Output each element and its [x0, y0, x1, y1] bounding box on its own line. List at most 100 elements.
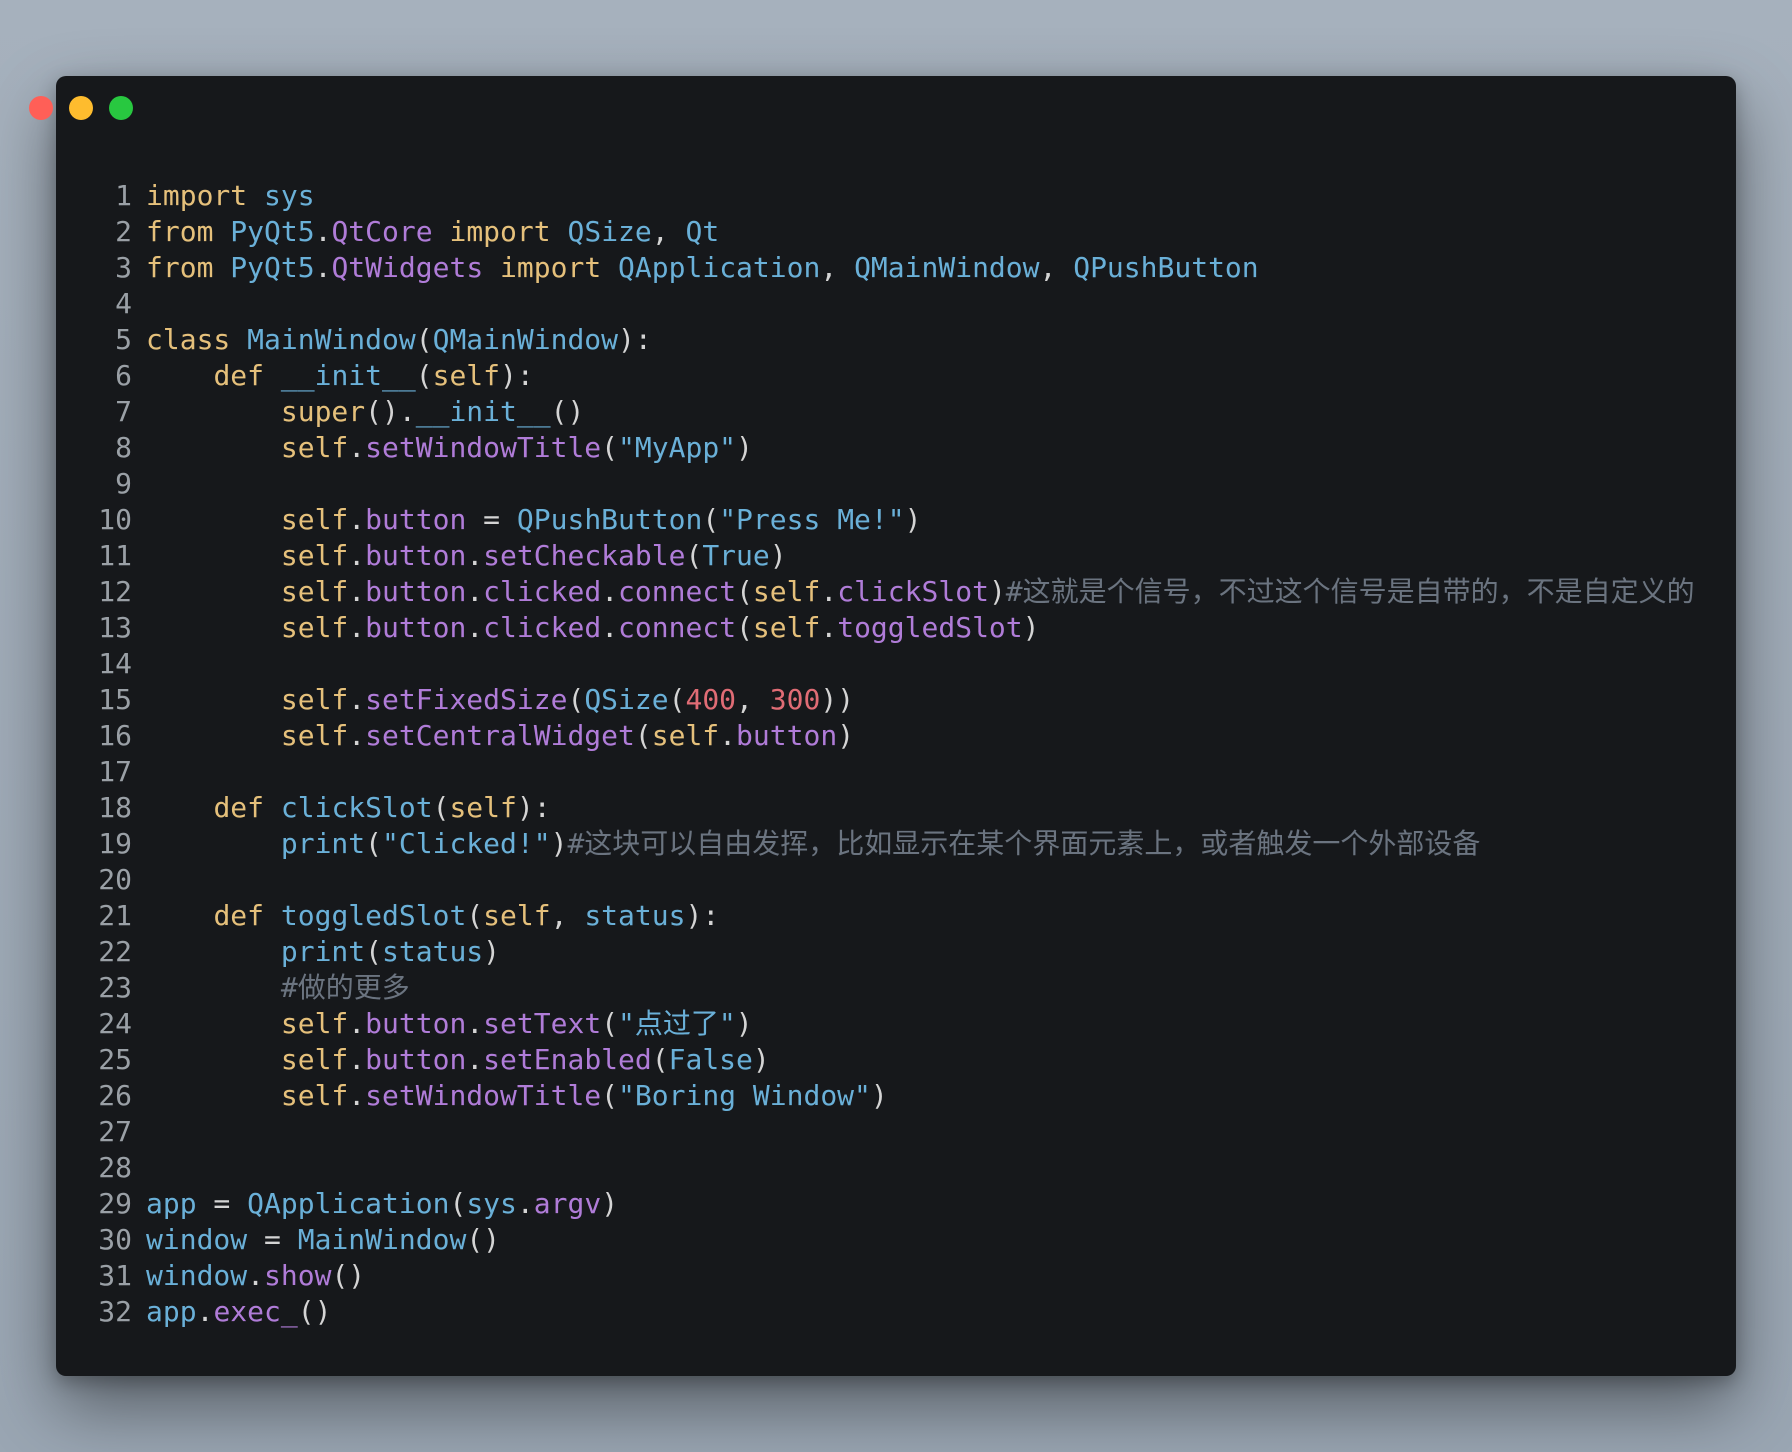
code-text[interactable]: self.button.clicked.connect(self.clickSl…	[146, 574, 1695, 610]
zoom-dot-icon[interactable]	[109, 96, 133, 120]
code-text[interactable]: self.setWindowTitle("Boring Window")	[146, 1078, 888, 1114]
code-text[interactable]: window.show()	[146, 1258, 365, 1294]
code-token: setEnabled	[483, 1043, 652, 1076]
code-token: (	[634, 719, 652, 752]
code-token: .	[466, 611, 484, 644]
code-token: self	[432, 359, 501, 392]
code-token: =	[196, 1187, 248, 1220]
code-token: (	[601, 1079, 619, 1112]
line-number: 19	[98, 827, 132, 860]
line-number: 20	[98, 863, 132, 896]
code-text[interactable]: self.button.setEnabled(False)	[146, 1042, 770, 1078]
code-text[interactable]: print("Clicked!")#这块可以自由发挥，比如显示在某个界面元素上，…	[146, 826, 1480, 862]
code-token: )	[752, 1043, 770, 1076]
code-text[interactable]: self.button.setCheckable(True)	[146, 538, 787, 574]
code-token: self	[280, 1079, 349, 1112]
line-number: 12	[98, 575, 132, 608]
close-dot-icon[interactable]	[29, 96, 53, 120]
code-line: 4	[92, 286, 1712, 322]
code-text[interactable]: self.setCentralWidget(self.button)	[146, 718, 854, 754]
code-token: def	[213, 791, 265, 824]
code-text[interactable]: def __init__(self):	[146, 358, 534, 394]
code-text[interactable]: self.button = QPushButton("Press Me!")	[146, 502, 922, 538]
code-line: 21 def toggledSlot(self, status):	[92, 898, 1712, 934]
code-line: 5 class MainWindow(QMainWindow):	[92, 322, 1712, 358]
line-number: 3	[115, 251, 132, 284]
code-line: 16 self.setCentralWidget(self.button)	[92, 718, 1712, 754]
code-token: =	[247, 1223, 298, 1256]
code-token: )	[769, 539, 787, 572]
code-token: .	[348, 1079, 366, 1112]
code-text[interactable]: app.exec_()	[146, 1294, 331, 1330]
code-token: "点过了"	[618, 1007, 736, 1040]
code-token: )	[601, 1187, 619, 1220]
minimize-dot-icon[interactable]	[69, 96, 93, 120]
code-token: from	[146, 251, 214, 284]
code-token: #这块可以自由发挥，比如显示在某个界面元素上，或者触发一个外部设备	[567, 827, 1481, 860]
code-text[interactable]: import sys	[146, 178, 315, 214]
code-token: button	[365, 575, 467, 608]
code-token: self	[280, 575, 349, 608]
code-text[interactable]: self.button.clicked.connect(self.toggled…	[146, 610, 1040, 646]
code-token: .	[314, 215, 332, 248]
code-text[interactable]: class MainWindow(QMainWindow):	[146, 322, 652, 358]
code-text[interactable]: self.setWindowTitle("MyApp")	[146, 430, 753, 466]
code-token: (	[449, 1187, 467, 1220]
code-text[interactable]: super().__init__()	[146, 394, 584, 430]
code-token: .	[820, 611, 838, 644]
code-token: button	[736, 719, 838, 752]
code-text[interactable]: def toggledSlot(self, status):	[146, 898, 719, 934]
code-token: (	[365, 827, 383, 860]
code-text[interactable]: from PyQt5.QtCore import QSize, Qt	[146, 214, 719, 250]
code-text[interactable]: def clickSlot(self):	[146, 790, 551, 826]
code-token: button	[365, 1007, 467, 1040]
code-block: 1 import sys 2 from PyQt5.QtCore import QSi…	[92, 178, 1712, 1330]
line-number: 31	[98, 1259, 132, 1292]
code-token: .	[466, 539, 484, 572]
code-line: 27	[92, 1114, 1712, 1150]
code-token: self	[280, 683, 349, 716]
line-number: 28	[98, 1151, 132, 1184]
code-text[interactable]: window = MainWindow()	[146, 1222, 500, 1258]
code-token: ):	[685, 899, 720, 932]
line-number: 25	[98, 1043, 132, 1076]
code-token: "Boring Window"	[618, 1079, 871, 1112]
line-number: 1	[115, 179, 132, 212]
line-number: 5	[115, 323, 132, 356]
code-text[interactable]: self.setFixedSize(QSize(400, 300))	[146, 682, 854, 718]
code-text[interactable]: #做的更多	[146, 970, 410, 1006]
code-text[interactable]: self.button.setText("点过了")	[146, 1006, 753, 1042]
code-token: .	[719, 719, 737, 752]
code-token: setCheckable	[483, 539, 686, 572]
code-line: 20	[92, 862, 1712, 898]
code-token: .	[348, 575, 366, 608]
code-token: Qt	[685, 215, 720, 248]
code-token: self	[752, 611, 821, 644]
line-number: 24	[98, 1007, 132, 1040]
code-line: 25 self.button.setEnabled(False)	[92, 1042, 1712, 1078]
code-token: )	[904, 503, 922, 536]
code-text[interactable]: from PyQt5.QtWidgets import QApplication…	[146, 250, 1259, 286]
code-token: ):	[500, 359, 534, 392]
code-token: self	[280, 431, 349, 464]
code-token: self	[280, 719, 349, 752]
line-number: 22	[98, 935, 132, 968]
code-text[interactable]: print(status)	[146, 934, 500, 970]
code-token: "Press Me!"	[719, 503, 905, 536]
code-line: 26 self.setWindowTitle("Boring Window")	[92, 1078, 1712, 1114]
code-token: QSize	[584, 683, 669, 716]
code-token: )	[1022, 611, 1040, 644]
code-token: QApplication	[618, 251, 821, 284]
code-token: QMainWindow	[854, 251, 1040, 284]
code-token: ()	[550, 395, 585, 428]
code-token: .	[348, 683, 366, 716]
code-token: ):	[516, 791, 551, 824]
code-text[interactable]: app = QApplication(sys.argv)	[146, 1186, 618, 1222]
code-token: toggledSlot	[280, 899, 467, 932]
